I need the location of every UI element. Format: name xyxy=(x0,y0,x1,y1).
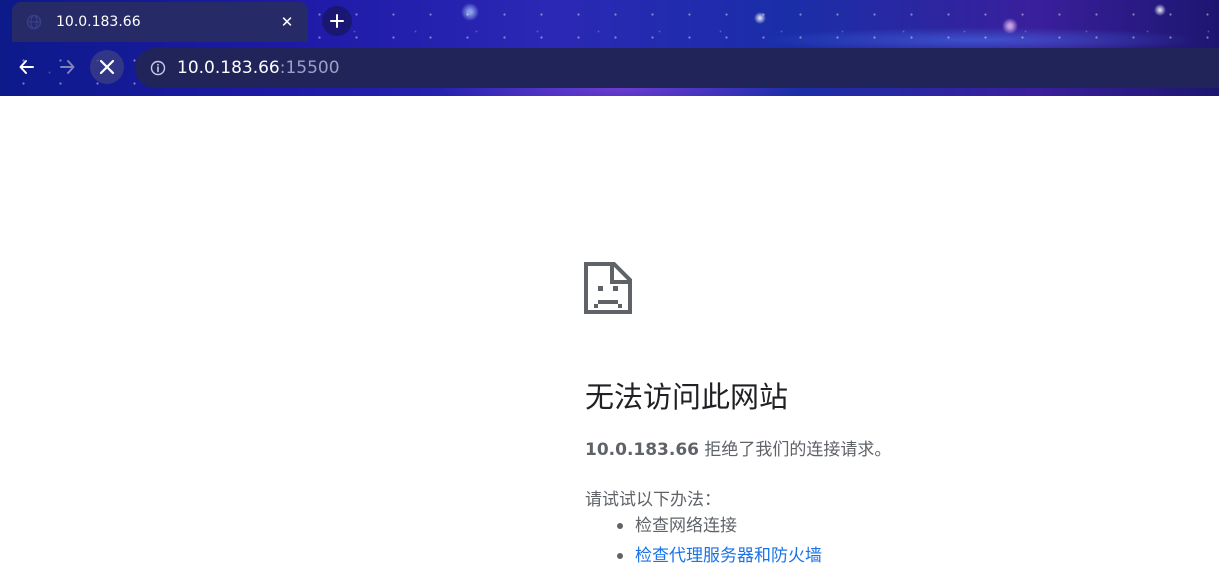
suggestions-list: 检查网络连接 检查代理服务器和防火墙 xyxy=(585,514,822,574)
info-icon[interactable] xyxy=(149,59,167,77)
url-host: 10.0.183.66 xyxy=(177,58,280,78)
error-host: 10.0.183.66 xyxy=(585,440,700,460)
arrow-right-icon xyxy=(60,60,75,74)
back-button[interactable] xyxy=(10,50,44,84)
forward-button[interactable] xyxy=(50,50,84,84)
browser-tab-active[interactable]: 10.0.183.66 ✕ xyxy=(12,2,308,42)
url-port: :15500 xyxy=(279,58,340,78)
toolbar: 10.0.183.66:15500 xyxy=(0,42,1219,96)
suggestion-item: 检查网络连接 xyxy=(585,514,822,544)
arrow-left-icon xyxy=(19,60,34,74)
suggestions-heading: 请试试以下办法： xyxy=(585,490,721,510)
close-icon: ✕ xyxy=(280,13,294,31)
error-description: 10.0.183.66 拒绝了我们的连接请求。 xyxy=(585,435,891,460)
suggestion-check-proxy-link[interactable]: 检查代理服务器和防火墙 xyxy=(635,546,822,566)
address-bar[interactable]: 10.0.183.66:15500 xyxy=(135,48,1219,88)
suggestion-item[interactable]: 检查代理服务器和防火墙 xyxy=(585,544,822,574)
plus-icon xyxy=(330,14,344,28)
error-message: 拒绝了我们的连接请求。 xyxy=(699,440,892,460)
error-title: 无法访问此网站 xyxy=(585,380,789,414)
new-tab-button[interactable] xyxy=(322,6,352,36)
stop-loading-button[interactable] xyxy=(90,50,124,84)
globe-icon xyxy=(26,14,42,30)
suggestion-check-network: 检查网络连接 xyxy=(635,516,737,536)
tab-title: 10.0.183.66 xyxy=(56,14,141,30)
close-icon xyxy=(99,59,115,75)
sad-document-icon xyxy=(584,262,632,314)
tab-close-button[interactable]: ✕ xyxy=(276,11,298,33)
browser-chrome: 10.0.183.66 ✕ 10.0.183.66:15500 xyxy=(0,0,1219,96)
error-page: 无法访问此网站 10.0.183.66 拒绝了我们的连接请求。 请试试以下办法：… xyxy=(0,96,1219,576)
